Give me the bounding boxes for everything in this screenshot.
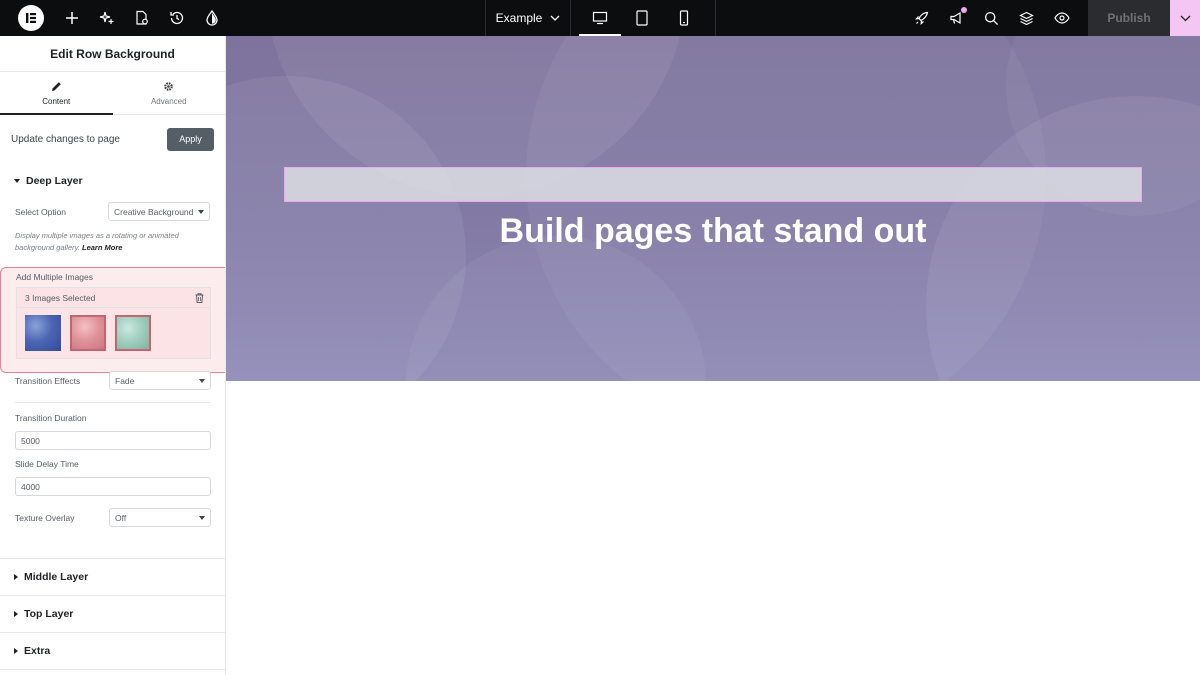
apply-button[interactable]: Apply [167,127,214,151]
publish-options-button[interactable] [1170,0,1200,36]
transition-effects-value: Fade [115,375,135,386]
divider [0,669,225,670]
panel-tabs: Content Advanced [0,72,225,115]
section-top-layer-title: Top Layer [24,608,74,620]
tab-content[interactable]: Content [0,72,113,115]
history-icon[interactable] [159,0,194,36]
images-selected-count: 3 Images Selected [25,292,96,303]
tablet-icon [636,10,648,26]
eye-icon[interactable] [1044,0,1079,36]
notification-dot [961,7,967,13]
caret-right-icon [14,574,18,580]
publish-button[interactable]: Publish [1088,0,1170,36]
slide-delay-label: Slide Delay Time [15,459,79,469]
update-text: Update changes to page [11,133,120,145]
gallery-thumbnail-blue[interactable] [25,315,61,351]
trash-icon[interactable] [195,292,204,303]
desktop-device-button[interactable] [579,0,621,36]
section-middle-layer-title: Middle Layer [24,571,89,583]
elementor-logo-icon[interactable] [18,5,44,31]
section-deep-layer[interactable]: Deep Layer [0,163,225,199]
layers-icon[interactable] [1009,0,1044,36]
top-bar-right [904,0,1079,36]
add-images-label: Add Multiple Images [16,272,94,282]
preview-canvas: Build pages that stand out [226,36,1200,381]
top-bar: Example Publish [0,0,1200,36]
select-option-control: Select Option Creative Background [0,199,225,224]
slide-delay-input[interactable]: 4000 [15,477,211,496]
image-gallery[interactable]: 3 Images Selected [16,287,211,359]
update-row: Update changes to page Apply [0,115,225,163]
texture-overlay-control: Texture Overlay Off [0,508,225,527]
gallery-header: 3 Images Selected [17,288,210,308]
transition-duration-label: Transition Duration [15,413,87,423]
thumbnail-row [17,308,210,358]
top-bar-separator [715,0,716,36]
panel-title: Edit Row Background [0,36,225,72]
section-extra-title: Extra [24,645,51,657]
section-top-layer[interactable]: Top Layer [0,596,225,632]
empty-widget-placeholder[interactable] [284,167,1142,202]
transition-effects-dropdown[interactable]: Fade [109,371,211,390]
tab-content-label: Content [42,96,71,106]
rocket-icon[interactable] [904,0,939,36]
section-extra[interactable]: Extra [0,633,225,669]
gallery-thumbnail-green[interactable] [115,315,151,351]
sparkle-icon[interactable] [89,0,124,36]
top-bar-left [0,0,229,36]
megaphone-icon[interactable] [939,0,974,36]
editor-panel: Edit Row Background Content Advanced Upd… [0,36,226,675]
transition-effects-label: Transition Effects [15,375,81,386]
plus-icon[interactable] [54,0,89,36]
learn-more-link[interactable]: Learn More [82,243,122,252]
collapsed-sections: Middle Layer Top Layer Extra [0,558,225,670]
chevron-down-icon [550,15,560,21]
page-headline[interactable]: Build pages that stand out [226,212,1200,251]
search-icon[interactable] [974,0,1009,36]
texture-overlay-label: Texture Overlay [15,512,75,523]
tab-advanced-label: Advanced [150,96,187,106]
tablet-device-button[interactable] [621,0,663,36]
mobile-icon [679,10,689,26]
chevron-down-icon [1180,15,1190,21]
pencil-icon [51,81,61,91]
desktop-icon [592,11,608,25]
section-middle-layer[interactable]: Middle Layer [0,559,225,595]
caret-right-icon [14,611,18,617]
images-highlight-box: Add Multiple Images 3 Images Selected [0,267,225,373]
section-deep-layer-title: Deep Layer [26,175,83,187]
gear-icon [164,81,174,91]
texture-overlay-value: Off [115,512,127,523]
caret-right-icon [14,648,18,654]
select-option-value: Creative Background [114,206,194,217]
document-switcher[interactable]: Example [485,0,571,36]
deep-layer-description: Display multiple images as a rotating or… [0,230,225,254]
select-option-dropdown[interactable]: Creative Background [108,202,210,221]
transition-effects-control: Transition Effects Fade [0,371,225,390]
mobile-device-button[interactable] [663,0,705,36]
divider [15,402,211,403]
gallery-thumbnail-pink[interactable] [70,315,106,351]
select-option-label: Select Option [15,206,67,217]
tab-advanced[interactable]: Advanced [113,72,226,114]
device-switcher [579,0,705,36]
top-bar-center: Example [485,0,705,36]
deep-layer-controls: Transition Effects Fade Transition Durat… [0,371,225,527]
caret-down-icon [14,179,20,183]
transition-duration-input[interactable]: 5000 [15,431,211,450]
page-settings-icon[interactable] [124,0,159,36]
texture-overlay-dropdown[interactable]: Off [109,508,211,527]
theme-icon[interactable] [194,0,229,36]
document-name: Example [495,11,543,25]
